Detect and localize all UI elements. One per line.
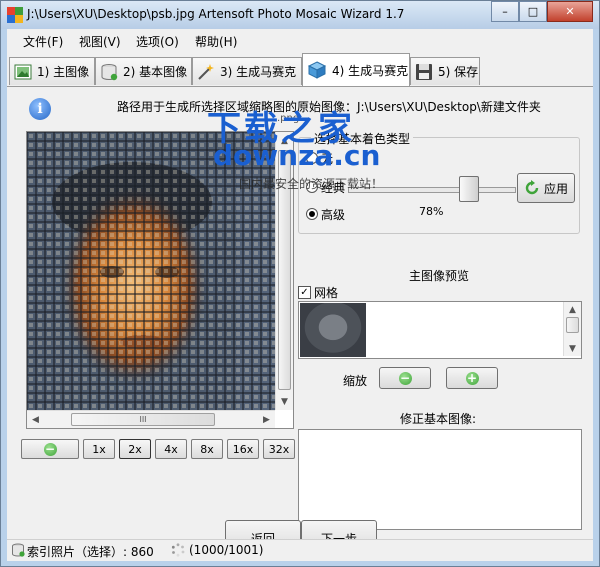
close-icon: ✕ (565, 5, 575, 18)
refresh-icon (525, 180, 539, 195)
blend-percent: 78% (419, 205, 444, 218)
info-icon: i (29, 98, 51, 120)
scroll-up-icon[interactable]: ▲ (565, 302, 580, 317)
mosaic-viewer[interactable]: ▲ ▼ ◀ III ▶ (26, 131, 294, 429)
grid-checkbox[interactable]: ✓ (298, 286, 311, 299)
tab-label: 4) 生成马赛克 (332, 63, 409, 78)
mosaic-horizontal-scrollbar[interactable]: ◀ III ▶ (27, 410, 275, 428)
mosaic-image (27, 132, 275, 412)
preview-zoom-out-button[interactable]: − (379, 367, 431, 389)
menu-options[interactable]: 选项(O) (136, 33, 179, 50)
mosaic-zoom-out-button[interactable]: − (21, 439, 79, 459)
title-bar[interactable]: J:\Users\XU\Desktop\psb.jpg Artensoft Ph… (1, 1, 599, 29)
cube-icon (307, 61, 327, 79)
scroll-left-icon[interactable]: ◀ (28, 412, 43, 427)
mosaic-vertical-scrollbar[interactable]: ▲ ▼ (275, 132, 293, 410)
preview-scroll-thumb[interactable] (566, 317, 579, 333)
magic-wand-icon (198, 63, 214, 80)
preview-zoom-in-button[interactable]: + (446, 367, 498, 389)
blend-slider-track[interactable] (348, 187, 516, 193)
database-icon (101, 63, 118, 80)
main-image-preview[interactable]: ▲ ▼ (298, 301, 582, 359)
tab-generate-mosaic[interactable]: 3) 生成马赛克 (192, 57, 302, 85)
menu-help[interactable]: 帮助(H) (195, 33, 237, 50)
image-icon (14, 64, 32, 79)
minimize-icon: – (502, 5, 508, 18)
horizontal-scroll-thumb[interactable]: III (71, 413, 215, 426)
tab-adjust-mosaic[interactable]: 4) 生成马赛克 (302, 53, 410, 86)
tab-label: 5) 保存 (438, 65, 479, 79)
zoom-16x-button[interactable]: 16x (227, 439, 259, 459)
blend-none-radio[interactable] (306, 152, 318, 164)
mosaic-zoom-toolbar: − 1x 2x 4x 8x 16x 32x (21, 439, 295, 461)
tab-label: 3) 生成马赛克 (220, 65, 297, 79)
status-progress: (1000/1001) (189, 543, 264, 557)
tab-main-image[interactable]: 1) 主图像 (9, 57, 95, 85)
tab-save[interactable]: 5) 保存 (410, 57, 480, 85)
zoom-out-icon: − (398, 370, 412, 385)
tab-label: 2) 基本图像 (123, 65, 188, 79)
apply-button[interactable]: 应用 (517, 173, 575, 203)
close-button[interactable]: ✕ (547, 1, 593, 22)
blend-none-label: 无 (321, 152, 334, 166)
blend-classic-radio[interactable] (306, 181, 318, 193)
zoom-in-icon: + (465, 370, 479, 385)
zoom-1x-button[interactable]: 1x (83, 439, 115, 459)
menu-file[interactable]: 文件(F) (23, 33, 63, 50)
blend-classic-label: 经典 (321, 181, 346, 195)
correction-title: 修正基本图像: (400, 412, 477, 426)
menu-view[interactable]: 视图(V) (79, 33, 121, 50)
correction-image-area[interactable] (298, 429, 582, 530)
scroll-down-icon[interactable]: ▼ (565, 341, 580, 356)
vertical-scroll-thumb[interactable] (278, 150, 291, 390)
database-icon (12, 543, 25, 557)
scroll-right-icon[interactable]: ▶ (259, 412, 274, 427)
zoom-32x-button[interactable]: 32x (263, 439, 295, 459)
spinner-icon (171, 543, 185, 557)
blend-type-title: 选择基本着色类型 (311, 130, 414, 147)
blend-high-label: 高级 (321, 208, 346, 222)
scroll-down-icon[interactable]: ▼ (277, 394, 292, 409)
app-icon (7, 7, 23, 23)
zoom-label: 缩放 (343, 374, 368, 388)
minimize-button[interactable]: – (491, 1, 519, 22)
source-path-text: 路径用于生成所选择区域缩略图的原始图像：J:\Users\XU\Desktop\… (117, 100, 541, 114)
preview-thumbnail (300, 303, 366, 357)
tab-label: 1) 主图像 (37, 65, 90, 79)
status-text: 索引照片（选择）: 860 (27, 545, 154, 559)
window-title: J:\Users\XU\Desktop\psb.jpg Artensoft Ph… (27, 7, 405, 21)
menu-bar: 文件(F) 视图(V) 选项(O) 帮助(H) (7, 29, 593, 51)
maximize-icon: □ (527, 5, 539, 18)
adjust-mosaic-panel: i 路径用于生成所选择区域缩略图的原始图像：J:\Users\XU\Deskto… (7, 86, 593, 556)
apply-label: 应用 (543, 181, 568, 196)
maximize-button[interactable]: □ (519, 1, 547, 22)
wizard-tabs: 1) 主图像 2) 基本图像 3) 生成马赛克 4) 生成马赛克 5) 保存 (7, 53, 593, 87)
source-path-suffix: .png (277, 113, 300, 124)
blend-slider-thumb[interactable] (459, 176, 479, 202)
zoom-4x-button[interactable]: 4x (155, 439, 187, 459)
grid-label: 网格 (314, 286, 339, 300)
preview-title: 主图像预览 (409, 269, 470, 283)
tab-base-images[interactable]: 2) 基本图像 (95, 57, 192, 85)
app-window: J:\Users\XU\Desktop\psb.jpg Artensoft Ph… (0, 0, 600, 567)
preview-scrollbar[interactable]: ▲ ▼ (563, 302, 581, 356)
client-area: 文件(F) 视图(V) 选项(O) 帮助(H) 1) 主图像 2) 基本图像 3… (7, 29, 593, 561)
floppy-disk-icon (416, 63, 432, 80)
scroll-up-icon[interactable]: ▲ (277, 133, 292, 148)
status-bar: 索引照片（选择）: 860 (1000/1001) (7, 539, 593, 561)
zoom-out-icon: − (43, 441, 57, 456)
zoom-2x-button[interactable]: 2x (119, 439, 151, 459)
blend-high-radio[interactable] (306, 208, 318, 220)
zoom-8x-button[interactable]: 8x (191, 439, 223, 459)
